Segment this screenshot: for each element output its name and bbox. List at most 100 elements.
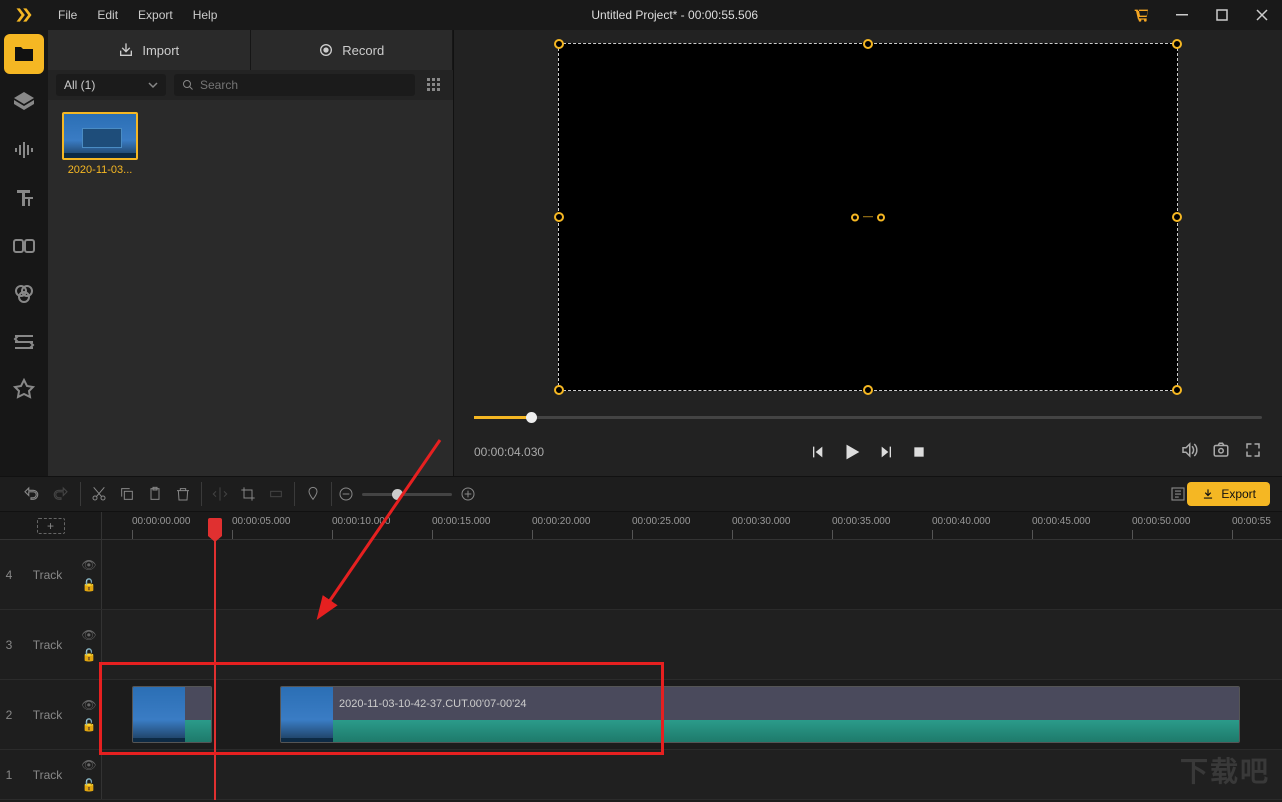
copy-button[interactable] (119, 486, 135, 502)
audio-tab[interactable] (0, 126, 48, 174)
maximize-button[interactable] (1202, 0, 1242, 30)
app-logo-icon (0, 0, 48, 30)
transitions-tab[interactable] (0, 222, 48, 270)
resize-handle-tr[interactable] (1172, 39, 1182, 49)
search-icon (182, 79, 194, 91)
filter-label: All (1) (64, 78, 95, 92)
media-item[interactable]: 2020-11-03... (60, 112, 140, 176)
lock-icon[interactable]: 🔓 (82, 578, 97, 592)
menu-edit[interactable]: Edit (87, 0, 128, 30)
snapshot-icon[interactable] (1212, 441, 1230, 464)
close-button[interactable] (1242, 0, 1282, 30)
scrub-bar[interactable] (474, 404, 1262, 430)
cut-button[interactable] (91, 486, 107, 502)
record-label: Record (342, 43, 384, 58)
import-button[interactable]: Import (48, 30, 251, 70)
clip-thumbnail (281, 687, 333, 742)
minimize-button[interactable] (1162, 0, 1202, 30)
track-lane[interactable]: 2020-11-03-10-42-37.CUT.00'07-00'24 (102, 680, 1282, 749)
export-button[interactable]: Export (1187, 482, 1270, 506)
resize-handle-ml[interactable] (554, 212, 564, 222)
overlays-tab[interactable] (0, 318, 48, 366)
play-button[interactable] (841, 441, 863, 463)
ruler-tick: 00:00:05.000 (232, 516, 290, 527)
timeline-ruler[interactable]: 00:00:00.000 00:00:05.000 00:00:10.000 0… (102, 512, 1282, 539)
track-number: 2 (0, 708, 18, 722)
redo-button (52, 485, 70, 503)
visibility-icon[interactable]: 👁 (81, 628, 96, 642)
search-input[interactable] (200, 78, 407, 92)
resize-handle-tl[interactable] (554, 39, 564, 49)
ruler-tick: 00:00:40.000 (932, 516, 990, 527)
track-label: Track (18, 768, 77, 782)
lock-icon[interactable]: 🔓 (82, 778, 97, 792)
ruler-tick: 00:00:35.000 (832, 516, 890, 527)
track-label: Track (18, 708, 77, 722)
menu-file[interactable]: File (48, 0, 87, 30)
lock-icon[interactable]: 🔓 (82, 648, 97, 662)
track-number: 4 (0, 568, 18, 582)
export-label: Export (1221, 487, 1256, 501)
menu-help[interactable]: Help (183, 0, 228, 30)
ruler-tick: 00:00:10.000 (332, 516, 390, 527)
fullscreen-icon[interactable] (1244, 441, 1262, 464)
volume-icon[interactable] (1180, 441, 1198, 464)
search-container (174, 74, 415, 96)
ruler-tick: 00:00:15.000 (432, 516, 490, 527)
visibility-icon[interactable]: 👁 (81, 558, 96, 572)
scrub-knob[interactable] (526, 412, 537, 423)
media-filter-dropdown[interactable]: All (1) (56, 74, 166, 96)
track-label: Track (18, 568, 77, 582)
media-library-tab[interactable] (4, 34, 44, 74)
clip-title: 2020-11-03-10-42-37.CUT.00'07-00'24 (333, 687, 1239, 720)
preview-canvas[interactable]: — (454, 30, 1282, 404)
lock-icon[interactable]: 🔓 (82, 718, 97, 732)
resize-handle-br[interactable] (1172, 385, 1182, 395)
split-button (212, 486, 228, 502)
resize-handle-bl[interactable] (554, 385, 564, 395)
text-tab[interactable] (0, 174, 48, 222)
paste-button[interactable] (147, 486, 163, 502)
prev-frame-button[interactable] (809, 444, 825, 460)
zoom-out-button[interactable] (338, 486, 354, 502)
playhead[interactable] (214, 540, 216, 800)
record-button[interactable]: Record (251, 30, 454, 70)
cart-icon[interactable] (1122, 7, 1162, 23)
pivot-icon[interactable]: — (851, 212, 885, 223)
render-settings-icon[interactable] (1169, 485, 1187, 503)
timeline-clip[interactable] (132, 686, 212, 743)
crop-button[interactable] (240, 486, 256, 502)
filters-tab[interactable] (0, 270, 48, 318)
elements-tab[interactable] (0, 366, 48, 414)
clip-thumbnail (133, 687, 185, 742)
stop-button[interactable] (911, 444, 927, 460)
track-lane[interactable] (102, 750, 1282, 799)
ruler-tick: 00:00:45.000 (1032, 516, 1090, 527)
selection-box[interactable]: — (558, 43, 1178, 391)
zoom-slider[interactable] (362, 493, 452, 496)
menu-export[interactable]: Export (128, 0, 183, 30)
media-item-label: 2020-11-03... (60, 164, 140, 176)
window-title: Untitled Project* - 00:00:55.506 (227, 8, 1122, 22)
timeline-clip[interactable]: 2020-11-03-10-42-37.CUT.00'07-00'24 (280, 686, 1240, 743)
resize-handle-tm[interactable] (863, 39, 873, 49)
media-thumbnail (62, 112, 138, 160)
add-track-button[interactable]: + (37, 518, 65, 534)
snap-button (268, 486, 284, 502)
delete-button[interactable] (175, 486, 191, 502)
view-grid-icon[interactable] (423, 74, 445, 96)
ruler-tick: 00:00:00.000 (132, 516, 190, 527)
ruler-tick: 00:00:50.000 (1132, 516, 1190, 527)
resize-handle-mr[interactable] (1172, 212, 1182, 222)
resize-handle-bm[interactable] (863, 385, 873, 395)
layers-tab[interactable] (0, 78, 48, 126)
next-frame-button[interactable] (879, 444, 895, 460)
visibility-icon[interactable]: 👁 (81, 698, 96, 712)
track-number: 1 (0, 768, 18, 782)
undo-button[interactable] (22, 485, 40, 503)
track-lane[interactable] (102, 610, 1282, 679)
track-lane[interactable] (102, 540, 1282, 609)
visibility-icon[interactable]: 👁 (81, 758, 96, 772)
zoom-in-button[interactable] (460, 486, 476, 502)
marker-button[interactable] (305, 486, 321, 502)
